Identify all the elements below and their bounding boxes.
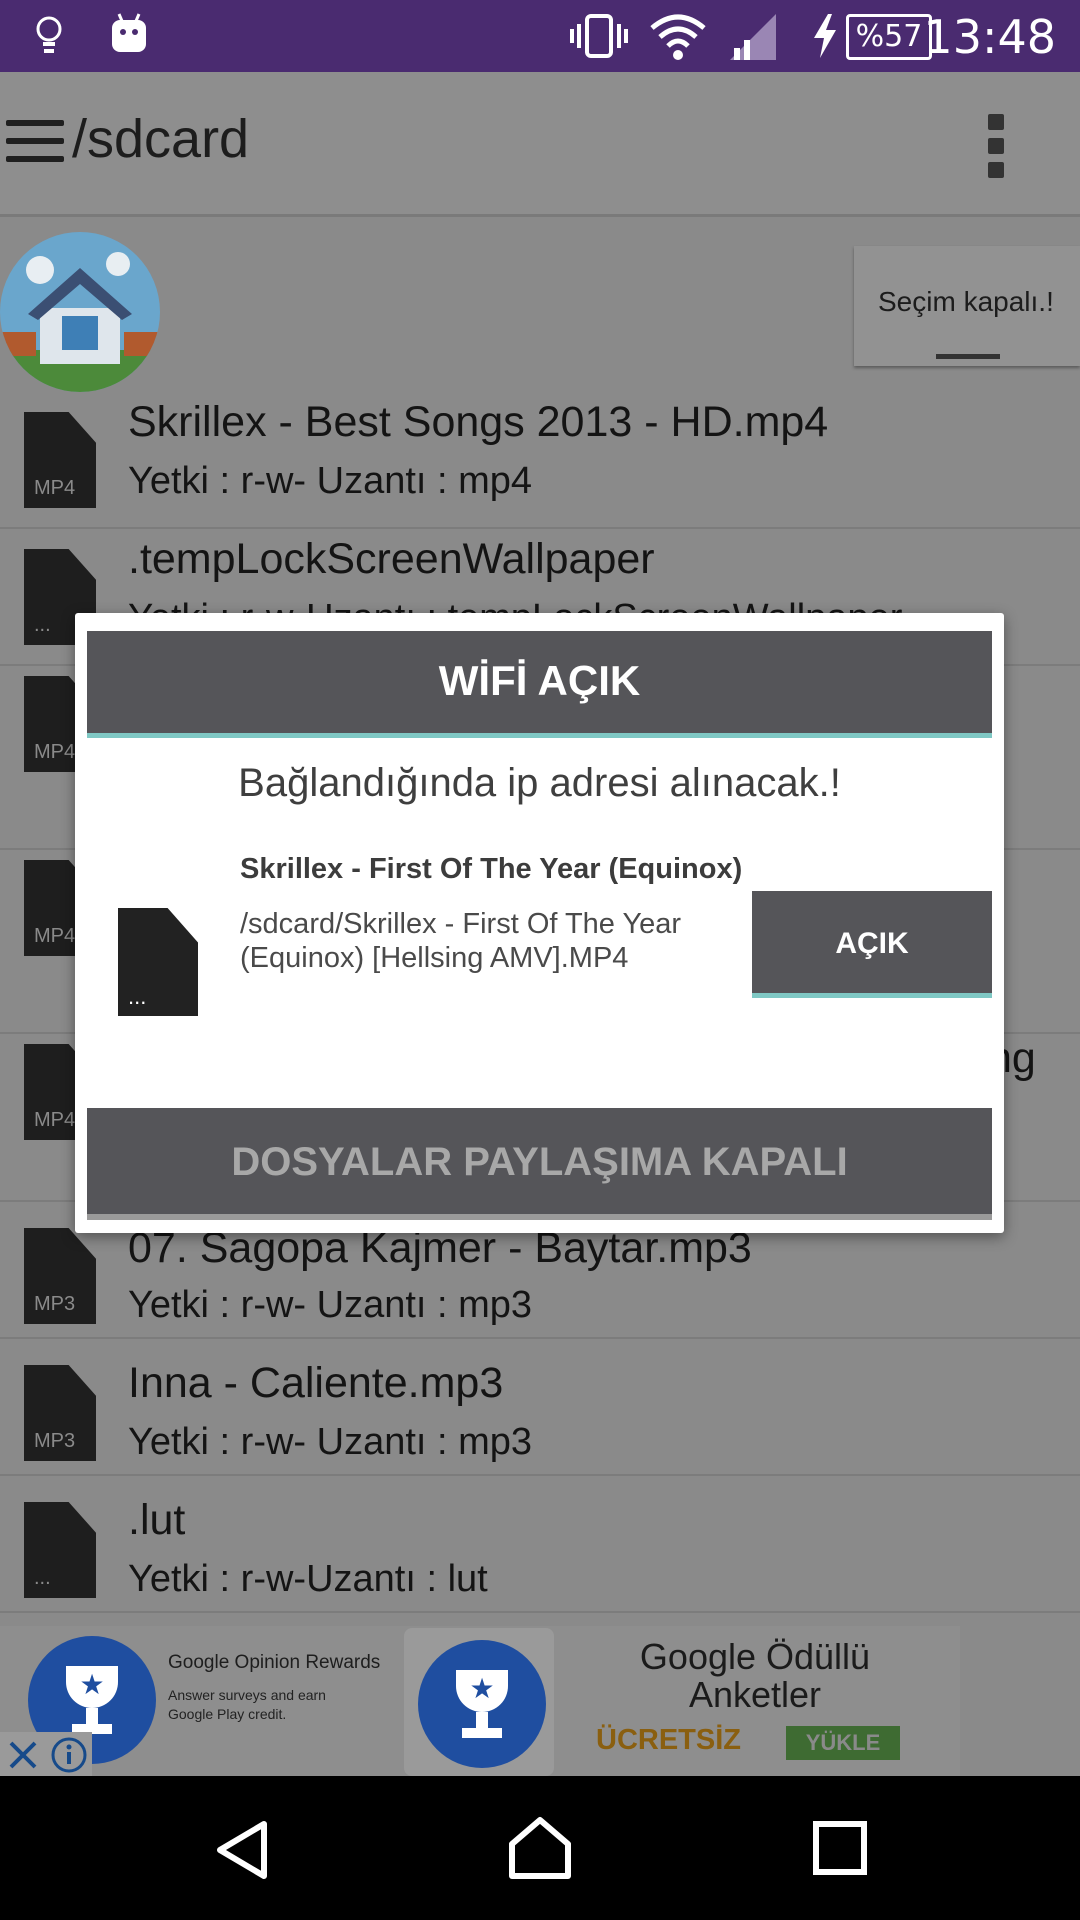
file-title: .lut — [128, 1496, 186, 1544]
dialog-header: WİFİ AÇIK — [87, 631, 992, 738]
battery-icon: %57 — [846, 14, 932, 60]
ad-banner[interactable]: ★ Google Opinion Rewards Answer surveys … — [0, 1626, 960, 1776]
vibrate-icon — [570, 14, 628, 58]
wifi-dialog: WİFİ AÇIK Bağlandığında ip adresi alınac… — [75, 613, 1004, 1233]
home-button[interactable] — [0, 232, 160, 392]
app-toolbar: /sdcard — [0, 72, 1080, 217]
list-item[interactable]: ... .lut Yetki : r-w-Uzantı : lut — [0, 1476, 1080, 1613]
file-icon: ... — [24, 1502, 96, 1598]
wifi-toggle-button[interactable]: AÇIK — [752, 891, 992, 998]
selection-toggle[interactable]: Seçim kapalı.! — [854, 246, 1080, 366]
signal-icon — [730, 14, 776, 60]
share-toggle-label: DOSYALAR PAYLAŞIMA KAPALI — [231, 1140, 848, 1184]
ad-headline: Google Ödüllü Anketler — [639, 1636, 871, 1715]
home-icon[interactable] — [508, 1816, 572, 1880]
share-toggle-button[interactable]: DOSYALAR PAYLAŞIMA KAPALI — [87, 1108, 992, 1220]
navigation-bar — [0, 1776, 1080, 1920]
charging-icon — [814, 14, 836, 58]
selection-indicator — [936, 354, 1000, 359]
file-title: Inna - Caliente.mp3 — [128, 1359, 504, 1407]
file-meta: Yetki : r-w- Uzantı : mp4 — [128, 460, 533, 502]
ad-install-button[interactable]: YÜKLE — [786, 1726, 900, 1760]
wifi-icon — [650, 14, 706, 60]
file-meta: Yetki : r-w- Uzantı : mp3 — [128, 1421, 533, 1463]
ad-app-name: Google Opinion Rewards — [168, 1652, 381, 1673]
dialog-message: Bağlandığında ip adresi alınacak.! — [238, 761, 841, 805]
android-debug-icon — [112, 13, 146, 52]
menu-icon[interactable] — [6, 120, 64, 164]
file-title: Skrillex - Best Songs 2013 - HD.mp4 — [128, 398, 829, 446]
close-icon[interactable] — [0, 1732, 46, 1778]
file-meta: Yetki : r-w- Uzantı : mp3 — [128, 1284, 533, 1326]
file-meta: Yetki : r-w-Uzantı : lut — [128, 1558, 488, 1600]
trophy-icon: ★ — [418, 1640, 546, 1768]
file-icon: MP3 — [24, 1228, 96, 1324]
file-icon: MP3 — [24, 1365, 96, 1461]
dialog-file-path: /sdcard/Skrillex - First Of The Year (Eq… — [240, 908, 682, 974]
clock: 13:48 — [923, 10, 1056, 64]
file-icon: ... — [118, 908, 198, 1016]
back-icon[interactable] — [212, 1820, 272, 1880]
selection-label: Seçim kapalı.! — [878, 286, 1054, 317]
lightbulb-icon — [36, 16, 62, 53]
ad-app-tile: ★ — [404, 1628, 554, 1776]
current-path: /sdcard — [72, 109, 250, 169]
ad-tagline: Answer surveys and earn Google Play cred… — [168, 1687, 326, 1722]
overflow-menu-icon[interactable] — [988, 114, 1006, 180]
dialog-title: WİFİ AÇIK — [438, 657, 641, 704]
file-icon: MP4 — [24, 412, 96, 508]
house-icon — [0, 252, 160, 392]
ad-price: ÜCRETSİZ — [596, 1724, 741, 1756]
dialog-file-name: Skrillex - First Of The Year (Equinox) — [240, 853, 743, 885]
status-bar: %57 13:48 — [0, 0, 1080, 72]
recents-icon[interactable] — [812, 1820, 868, 1876]
file-title: .tempLockScreenWallpaper — [128, 535, 655, 583]
list-item[interactable]: MP3 Inna - Caliente.mp3 Yetki : r-w- Uza… — [0, 1339, 1080, 1476]
info-icon[interactable] — [46, 1732, 92, 1778]
list-item[interactable]: MP4 Skrillex - Best Songs 2013 - HD.mp4 … — [0, 392, 1080, 529]
